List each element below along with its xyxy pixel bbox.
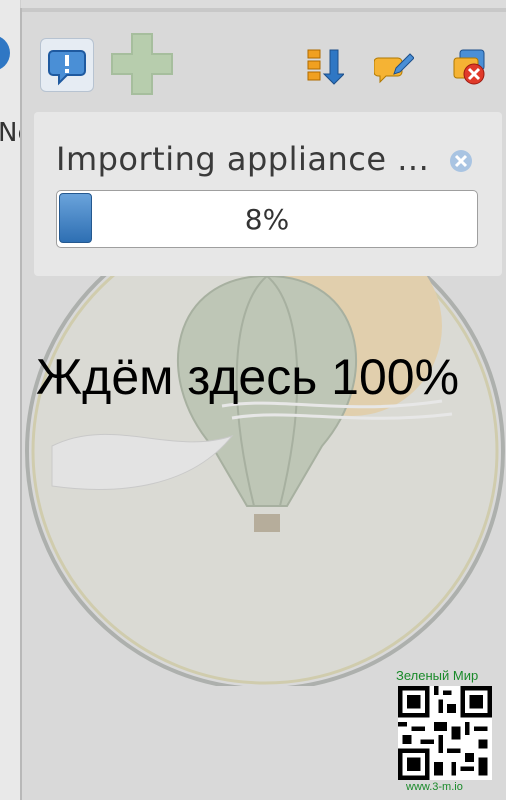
notification-icon [48, 50, 86, 86]
add-button[interactable] [102, 24, 182, 104]
progress-percent: 8% [244, 202, 290, 236]
window-top-edge [22, 8, 506, 12]
edit-button[interactable] [373, 46, 415, 86]
close-icon[interactable] [448, 148, 474, 174]
progress-title: Importing appliance ... [56, 140, 430, 178]
overlay-caption: Ждём здесь 100% [36, 349, 460, 405]
watermark-url: www.3-m.io [406, 781, 463, 793]
plus-icon [111, 33, 173, 95]
qr-code [398, 686, 492, 780]
gear-icon [0, 36, 10, 70]
progress-bar: 8% [56, 190, 478, 248]
delete-button[interactable] [450, 46, 490, 86]
left-sidebar-strip: Ne [0, 0, 33, 800]
import-progress-panel: Importing appliance ... 8% [34, 112, 502, 276]
sort-button[interactable] [304, 46, 346, 86]
background-balloon-logo [25, 246, 505, 686]
pen-icon [373, 53, 415, 84]
watermark-title: Зеленый Мир [396, 668, 479, 683]
delete-icon [453, 49, 485, 85]
sort-down-icon [307, 49, 346, 85]
notification-button[interactable] [40, 38, 94, 92]
